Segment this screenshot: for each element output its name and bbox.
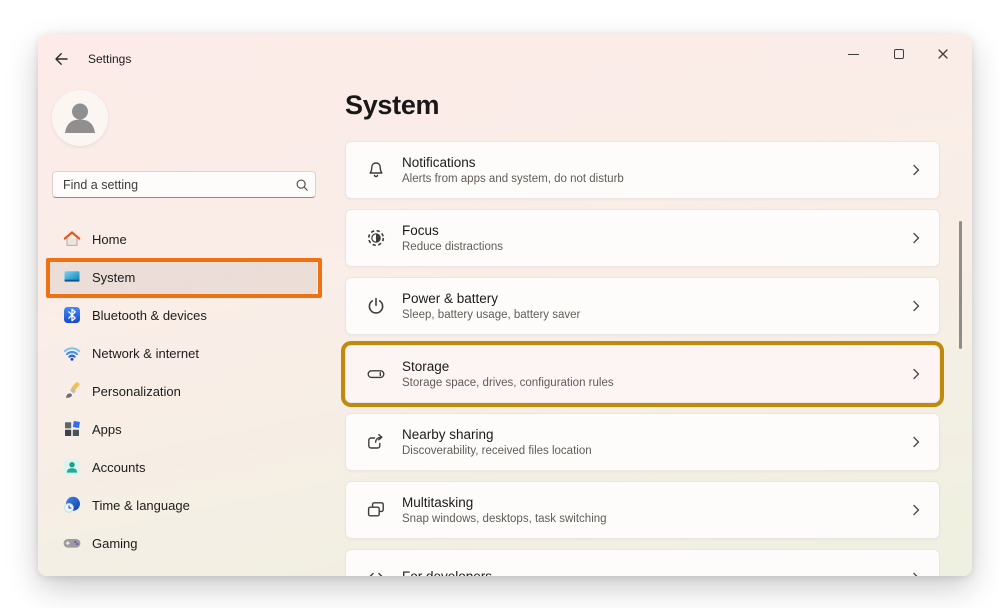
sidebar-item-label: Accounts — [92, 460, 145, 475]
card-title: Notifications — [402, 155, 624, 170]
settings-card-focus[interactable]: Focus Reduce distractions — [345, 209, 940, 267]
settings-card-notifications[interactable]: Notifications Alerts from apps and syste… — [345, 141, 940, 199]
card-subtitle: Snap windows, desktops, task switching — [402, 513, 607, 525]
card-subtitle: Discoverability, received files location — [402, 445, 592, 457]
search-box — [52, 171, 316, 198]
back-arrow-icon — [52, 50, 70, 68]
card-title: For developers — [402, 569, 492, 576]
network-icon — [62, 343, 82, 363]
card-title: Focus — [402, 223, 503, 238]
card-title: Nearby sharing — [402, 427, 592, 442]
chevron-right-icon — [909, 163, 923, 177]
bell-icon — [364, 158, 388, 182]
chevron-right-icon — [909, 435, 923, 449]
close-button[interactable] — [926, 40, 960, 68]
sidebar-item-home[interactable]: Home — [50, 222, 317, 256]
sidebar-item-system[interactable]: System — [50, 260, 317, 294]
minimize-icon — [848, 54, 859, 55]
sidebar-item-label: Time & language — [92, 498, 190, 513]
sidebar-item-label: Bluetooth & devices — [92, 308, 207, 323]
sidebar-item-gaming[interactable]: Gaming — [50, 526, 317, 560]
card-subtitle: Reduce distractions — [402, 241, 503, 253]
sidebar-item-label: Personalization — [92, 384, 181, 399]
user-avatar — [52, 90, 108, 146]
chevron-right-icon — [909, 503, 923, 517]
accounts-icon — [62, 457, 82, 477]
share-icon — [364, 430, 388, 454]
power-icon — [364, 294, 388, 318]
storage-icon — [364, 362, 388, 386]
home-icon — [62, 229, 82, 249]
search-icon — [289, 178, 315, 192]
sidebar-item-accounts[interactable]: Accounts — [50, 450, 317, 484]
close-icon — [936, 47, 950, 61]
chevron-right-icon — [909, 231, 923, 245]
card-title: Power & battery — [402, 291, 580, 306]
chevron-right-icon — [909, 299, 923, 313]
maximize-button[interactable] — [882, 40, 916, 68]
sidebar-item-label: Network & internet — [92, 346, 199, 361]
sidebar-item-network-internet[interactable]: Network & internet — [50, 336, 317, 370]
card-subtitle: Sleep, battery usage, battery saver — [402, 309, 580, 321]
minimize-button[interactable] — [836, 40, 870, 68]
page-title: System — [345, 90, 439, 121]
card-title: Multitasking — [402, 495, 607, 510]
multitask-icon — [364, 498, 388, 522]
system-icon — [62, 267, 82, 287]
card-title: Storage — [402, 359, 614, 374]
back-button[interactable] — [50, 48, 72, 70]
card-subtitle: Storage space, drives, configuration rul… — [402, 377, 614, 389]
sidebar-item-apps[interactable]: Apps — [50, 412, 317, 446]
bluetooth-icon — [62, 305, 82, 325]
maximize-icon — [894, 49, 904, 59]
sidebar-item-label: Apps — [92, 422, 122, 437]
sidebar-item-label: System — [92, 270, 135, 285]
settings-card-nearby-sharing[interactable]: Nearby sharing Discoverability, received… — [345, 413, 940, 471]
settings-card-power-battery[interactable]: Power & battery Sleep, battery usage, ba… — [345, 277, 940, 335]
settings-card-storage[interactable]: Storage Storage space, drives, configura… — [345, 345, 940, 403]
vertical-scrollbar[interactable] — [959, 221, 962, 349]
gaming-icon — [62, 533, 82, 553]
developers-icon — [364, 566, 388, 576]
sidebar-item-label: Gaming — [92, 536, 138, 551]
sidebar-item-time-language[interactable]: Time & language — [50, 488, 317, 522]
settings-card-multitasking[interactable]: Multitasking Snap windows, desktops, tas… — [345, 481, 940, 539]
sidebar-item-label: Home — [92, 232, 127, 247]
search-input[interactable] — [53, 178, 289, 192]
apps-icon — [62, 419, 82, 439]
sidebar-item-bluetooth-devices[interactable]: Bluetooth & devices — [50, 298, 317, 332]
card-subtitle: Alerts from apps and system, do not dist… — [402, 173, 624, 185]
chevron-right-icon — [909, 571, 923, 576]
settings-window: Settings Home — [38, 34, 972, 576]
window-title: Settings — [88, 52, 131, 66]
time-icon — [62, 495, 82, 515]
personalization-icon — [62, 381, 82, 401]
chevron-right-icon — [909, 367, 923, 381]
sidebar-item-personalization[interactable]: Personalization — [50, 374, 317, 408]
focus-icon — [364, 226, 388, 250]
settings-card-for-developers[interactable]: For developers — [345, 549, 940, 576]
